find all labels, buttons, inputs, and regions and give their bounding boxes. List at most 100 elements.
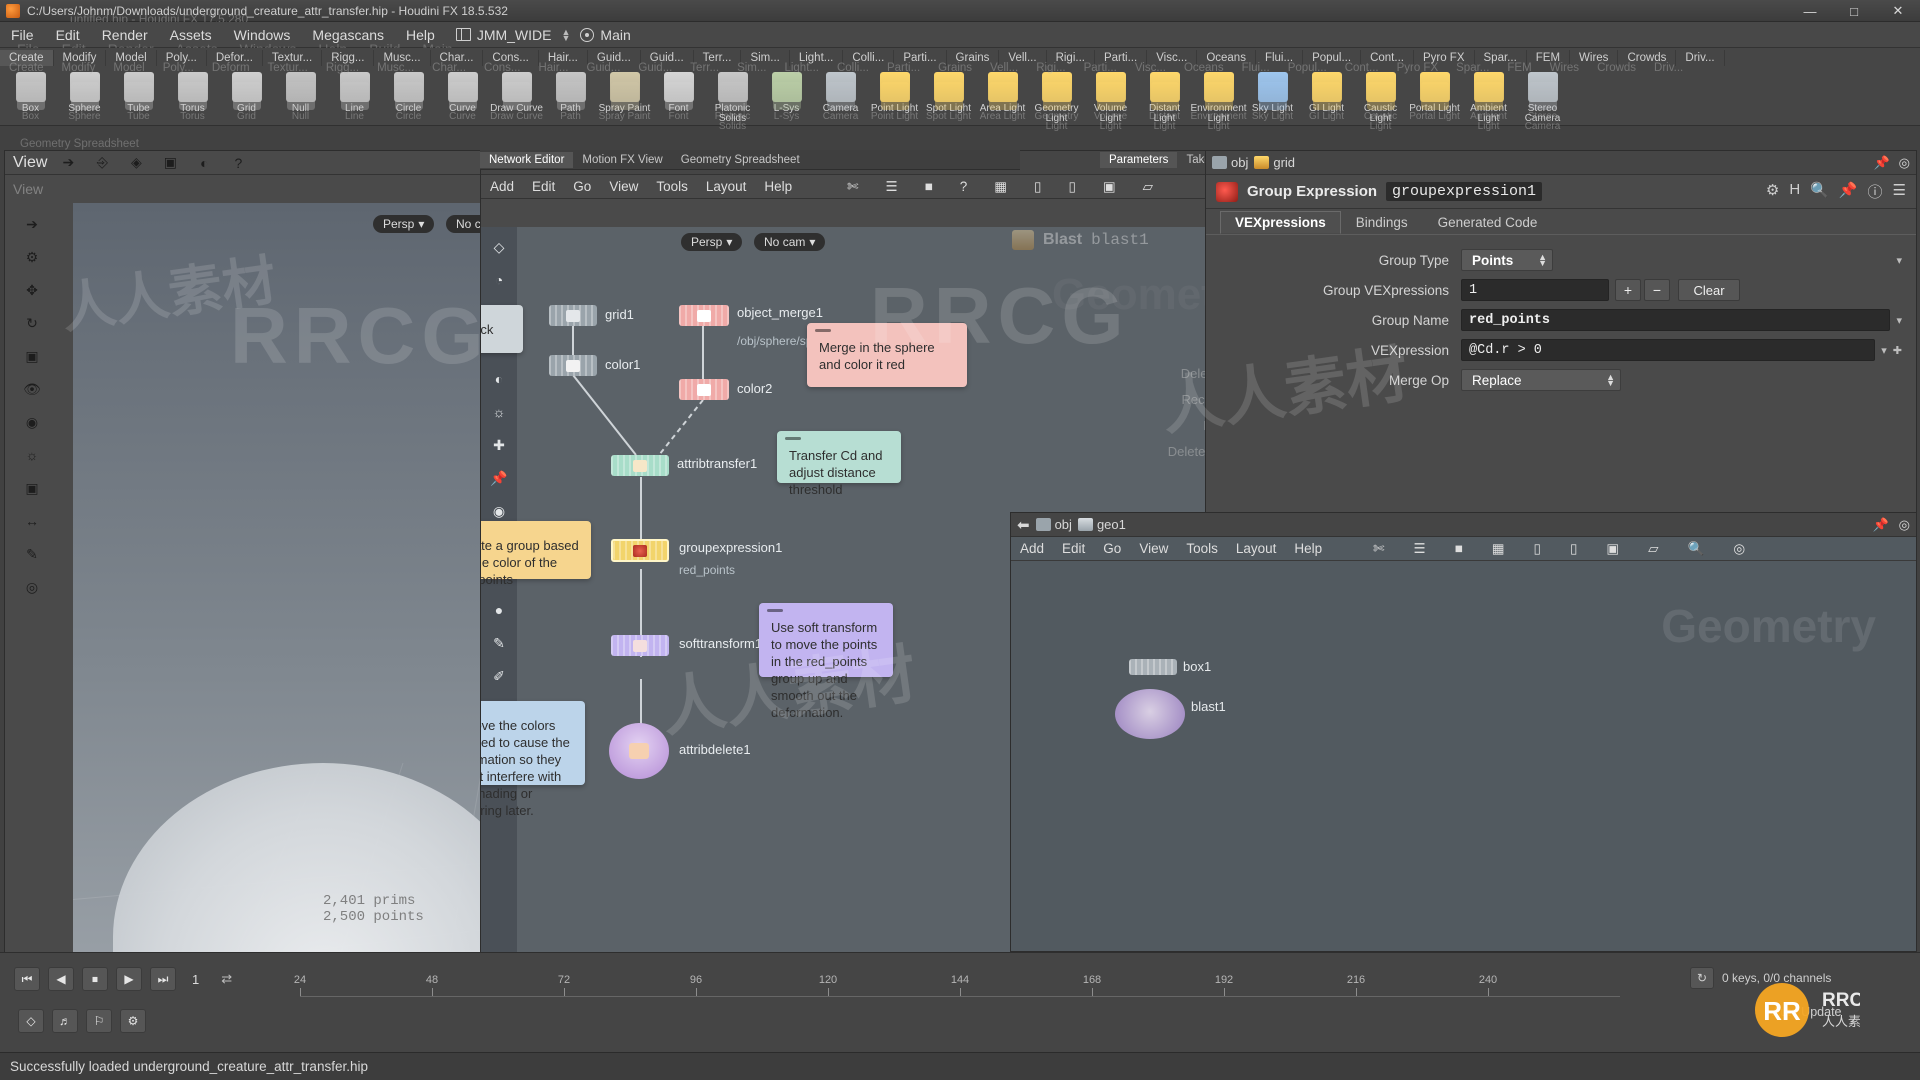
snap-tool-icon[interactable]: ◎	[19, 574, 45, 600]
sticky-note-transfer-cd[interactable]: Transfer Cd and adjust distance threshol…	[777, 431, 901, 483]
shelf-tab-rigg[interactable]: Rigg...	[322, 50, 374, 66]
persp-dropdown[interactable]: Persp▾	[373, 215, 434, 233]
merge-op-spinner-icon[interactable]: ▲▼	[1606, 374, 1615, 386]
maximize-button[interactable]: □	[1832, 0, 1876, 22]
shelf-tool-caustic-light[interactable]: Caustic Light	[1354, 70, 1407, 124]
window-controls[interactable]: — □ ✕	[1788, 0, 1920, 22]
menu-windows[interactable]: Windows	[223, 24, 302, 46]
scene-menu-add[interactable]: Add	[1011, 539, 1053, 558]
menu-render[interactable]: Render	[91, 24, 159, 46]
shelf-tool-null[interactable]: Null	[274, 70, 327, 114]
group-type-spinner-icon[interactable]: ▲▼	[1538, 254, 1547, 266]
paint-tool-icon[interactable]: ✎	[19, 541, 45, 567]
tab-network-editor[interactable]: Network Editor	[480, 152, 573, 168]
menu-assets[interactable]: Assets	[159, 24, 223, 46]
params-breadcrumb-grid[interactable]: grid	[1254, 155, 1295, 170]
params-target-icon[interactable]: ◎	[1899, 155, 1910, 171]
group-name-menu-icon[interactable]: ▾	[1896, 314, 1902, 327]
handles-icon[interactable]: ⎆	[89, 150, 115, 176]
shelf-tab-sim[interactable]: Sim...	[741, 50, 789, 66]
radial-menu-icon[interactable]	[580, 28, 594, 42]
network-menu-layout[interactable]: Layout	[697, 177, 756, 196]
scene-menu-help[interactable]: Help	[1285, 539, 1331, 558]
tab-parameters[interactable]: Parameters	[1100, 152, 1177, 168]
scene-cut-icon[interactable]: ✄	[1364, 539, 1393, 559]
sticky-note-soft-transform[interactable]: Use soft transform to move the points in…	[759, 603, 893, 677]
shelf-tab-musc[interactable]: Musc...	[374, 50, 430, 66]
more-icon[interactable]: ☰	[1893, 181, 1906, 202]
scene-note-icon[interactable]: ▯	[1561, 539, 1586, 559]
scene-target2-icon[interactable]: ◎	[1724, 539, 1754, 559]
cut-icon[interactable]: ✄	[838, 177, 867, 197]
rotate-tool-icon[interactable]: ↻	[19, 310, 45, 336]
shelf-tab-pyro-fx[interactable]: Pyro FX	[1414, 50, 1475, 66]
shelf-tool-circle[interactable]: Circle	[382, 70, 435, 114]
scene-menu-view[interactable]: View	[1130, 539, 1177, 558]
tab-geometry-spreadsheet-mid[interactable]: Geometry Spreadsheet	[672, 152, 809, 168]
node-object-merge1[interactable]	[679, 305, 729, 326]
help-icon[interactable]: ?	[225, 150, 251, 176]
menu-edit[interactable]: Edit	[45, 24, 91, 46]
network-menu-help[interactable]: Help	[755, 177, 801, 196]
shelf-tool-spray-paint[interactable]: Spray Paint	[598, 70, 651, 114]
sticky-note-setup-grid[interactable]: Set up a black grid	[481, 305, 523, 353]
shelf-tab-textur[interactable]: Textur...	[263, 50, 322, 66]
shelf-tab-parti[interactable]: Parti...	[894, 50, 946, 66]
vexpression-expand-icon[interactable]: ✚	[1893, 344, 1902, 357]
params-pin-icon[interactable]: 📌	[1873, 155, 1889, 171]
scene-menu-edit[interactable]: Edit	[1053, 539, 1094, 558]
step-back-button[interactable]: ◀	[48, 967, 74, 991]
params-breadcrumb-obj[interactable]: obj	[1212, 155, 1248, 170]
param-tab-bindings[interactable]: Bindings	[1341, 211, 1423, 234]
scale-tool-icon[interactable]: ▣	[19, 343, 45, 369]
scene-list-icon[interactable]: ☰	[1404, 539, 1434, 559]
param-tab-vexpressions[interactable]: VEXpressions	[1220, 211, 1341, 234]
param-menu-merge-op[interactable]: Replace ▲▼	[1461, 369, 1621, 391]
shelf-tool-font[interactable]: Font	[652, 70, 705, 114]
scene-back-arrow-icon[interactable]: ⬅	[1017, 516, 1030, 534]
params-path-bar[interactable]: obj grid 📌 ◎	[1206, 151, 1916, 175]
shelf-tab-vell[interactable]: Vell...	[999, 50, 1046, 66]
shelf-tool-tube[interactable]: Tube	[112, 70, 165, 114]
shelf-tool-portal-light[interactable]: Portal Light	[1408, 70, 1461, 114]
scene-menu-go[interactable]: Go	[1094, 539, 1130, 558]
scene-snapshot-icon[interactable]: ■	[1446, 539, 1472, 558]
viewport-left-toolbar[interactable]: ➔ ⚙ ✥ ↻ ▣ 👁 ◉ ☼ ▣ ↔ ✎ ◎	[9, 203, 55, 600]
param-menu-group-type[interactable]: Points ▲▼	[1461, 249, 1553, 271]
scene-node-blast1[interactable]	[1115, 689, 1185, 739]
scene-target-icon[interactable]: ◎	[1899, 517, 1910, 533]
group-type-collapse-icon[interactable]: ▾	[1896, 254, 1902, 267]
visualize-icon[interactable]: ◐	[191, 150, 217, 176]
scene-box-icon[interactable]: ▯	[1525, 539, 1550, 559]
shelf-tool-area-light[interactable]: Area Light	[976, 70, 1029, 114]
shelf-tab-visc[interactable]: Visc...	[1147, 50, 1197, 66]
shelf-tool-platonic-solids[interactable]: Platonic Solids	[706, 70, 759, 124]
network-menu-tools[interactable]: Tools	[647, 177, 697, 196]
scene-image-icon[interactable]: ▣	[1597, 539, 1628, 559]
scene-menu-tools[interactable]: Tools	[1177, 539, 1227, 558]
shelf-tool-distant-light[interactable]: Distant Light	[1138, 70, 1191, 124]
shelf-tab-guid[interactable]: Guid...	[641, 50, 694, 66]
snapping-icon[interactable]: ◈	[123, 150, 149, 176]
package-icon[interactable]: ▱	[1134, 177, 1162, 197]
pin-icon[interactable]: 📌	[1839, 181, 1858, 202]
vexpression-menu-icon[interactable]: ▾	[1881, 344, 1887, 357]
shelf-tab-fem[interactable]: FEM	[1527, 50, 1570, 66]
shelf-tab-terr[interactable]: Terr...	[694, 50, 742, 66]
scene-breadcrumb-obj[interactable]: obj	[1036, 517, 1072, 532]
scene-grid-icon[interactable]: ▦	[1483, 539, 1514, 559]
sticky-note-merge-sphere[interactable]: Merge in the sphere and color it red	[807, 323, 967, 387]
add-vexpression-button[interactable]: +	[1615, 279, 1641, 301]
scene-pin-icon[interactable]: 📌	[1872, 517, 1888, 533]
note-icon[interactable]: ▯	[1059, 177, 1084, 197]
minimize-button[interactable]: —	[1788, 0, 1832, 22]
shelf-tool-ambient-light[interactable]: Ambient Light	[1462, 70, 1515, 124]
measure-tool-icon[interactable]: ↔	[19, 508, 45, 534]
menu-bar[interactable]: File Edit Render Assets Windows Megascan…	[0, 22, 1920, 48]
shelf-tabs[interactable]: CreateModifyModelPoly...Defor...Textur..…	[0, 48, 1920, 68]
snapshot-icon[interactable]: ■	[916, 177, 942, 196]
view-tool-icon[interactable]: 👁	[19, 376, 45, 402]
shelf-tab-model[interactable]: Model	[106, 50, 156, 66]
node-color1[interactable]	[549, 355, 597, 376]
shelf-tab-rigi[interactable]: Rigi...	[1047, 50, 1095, 66]
